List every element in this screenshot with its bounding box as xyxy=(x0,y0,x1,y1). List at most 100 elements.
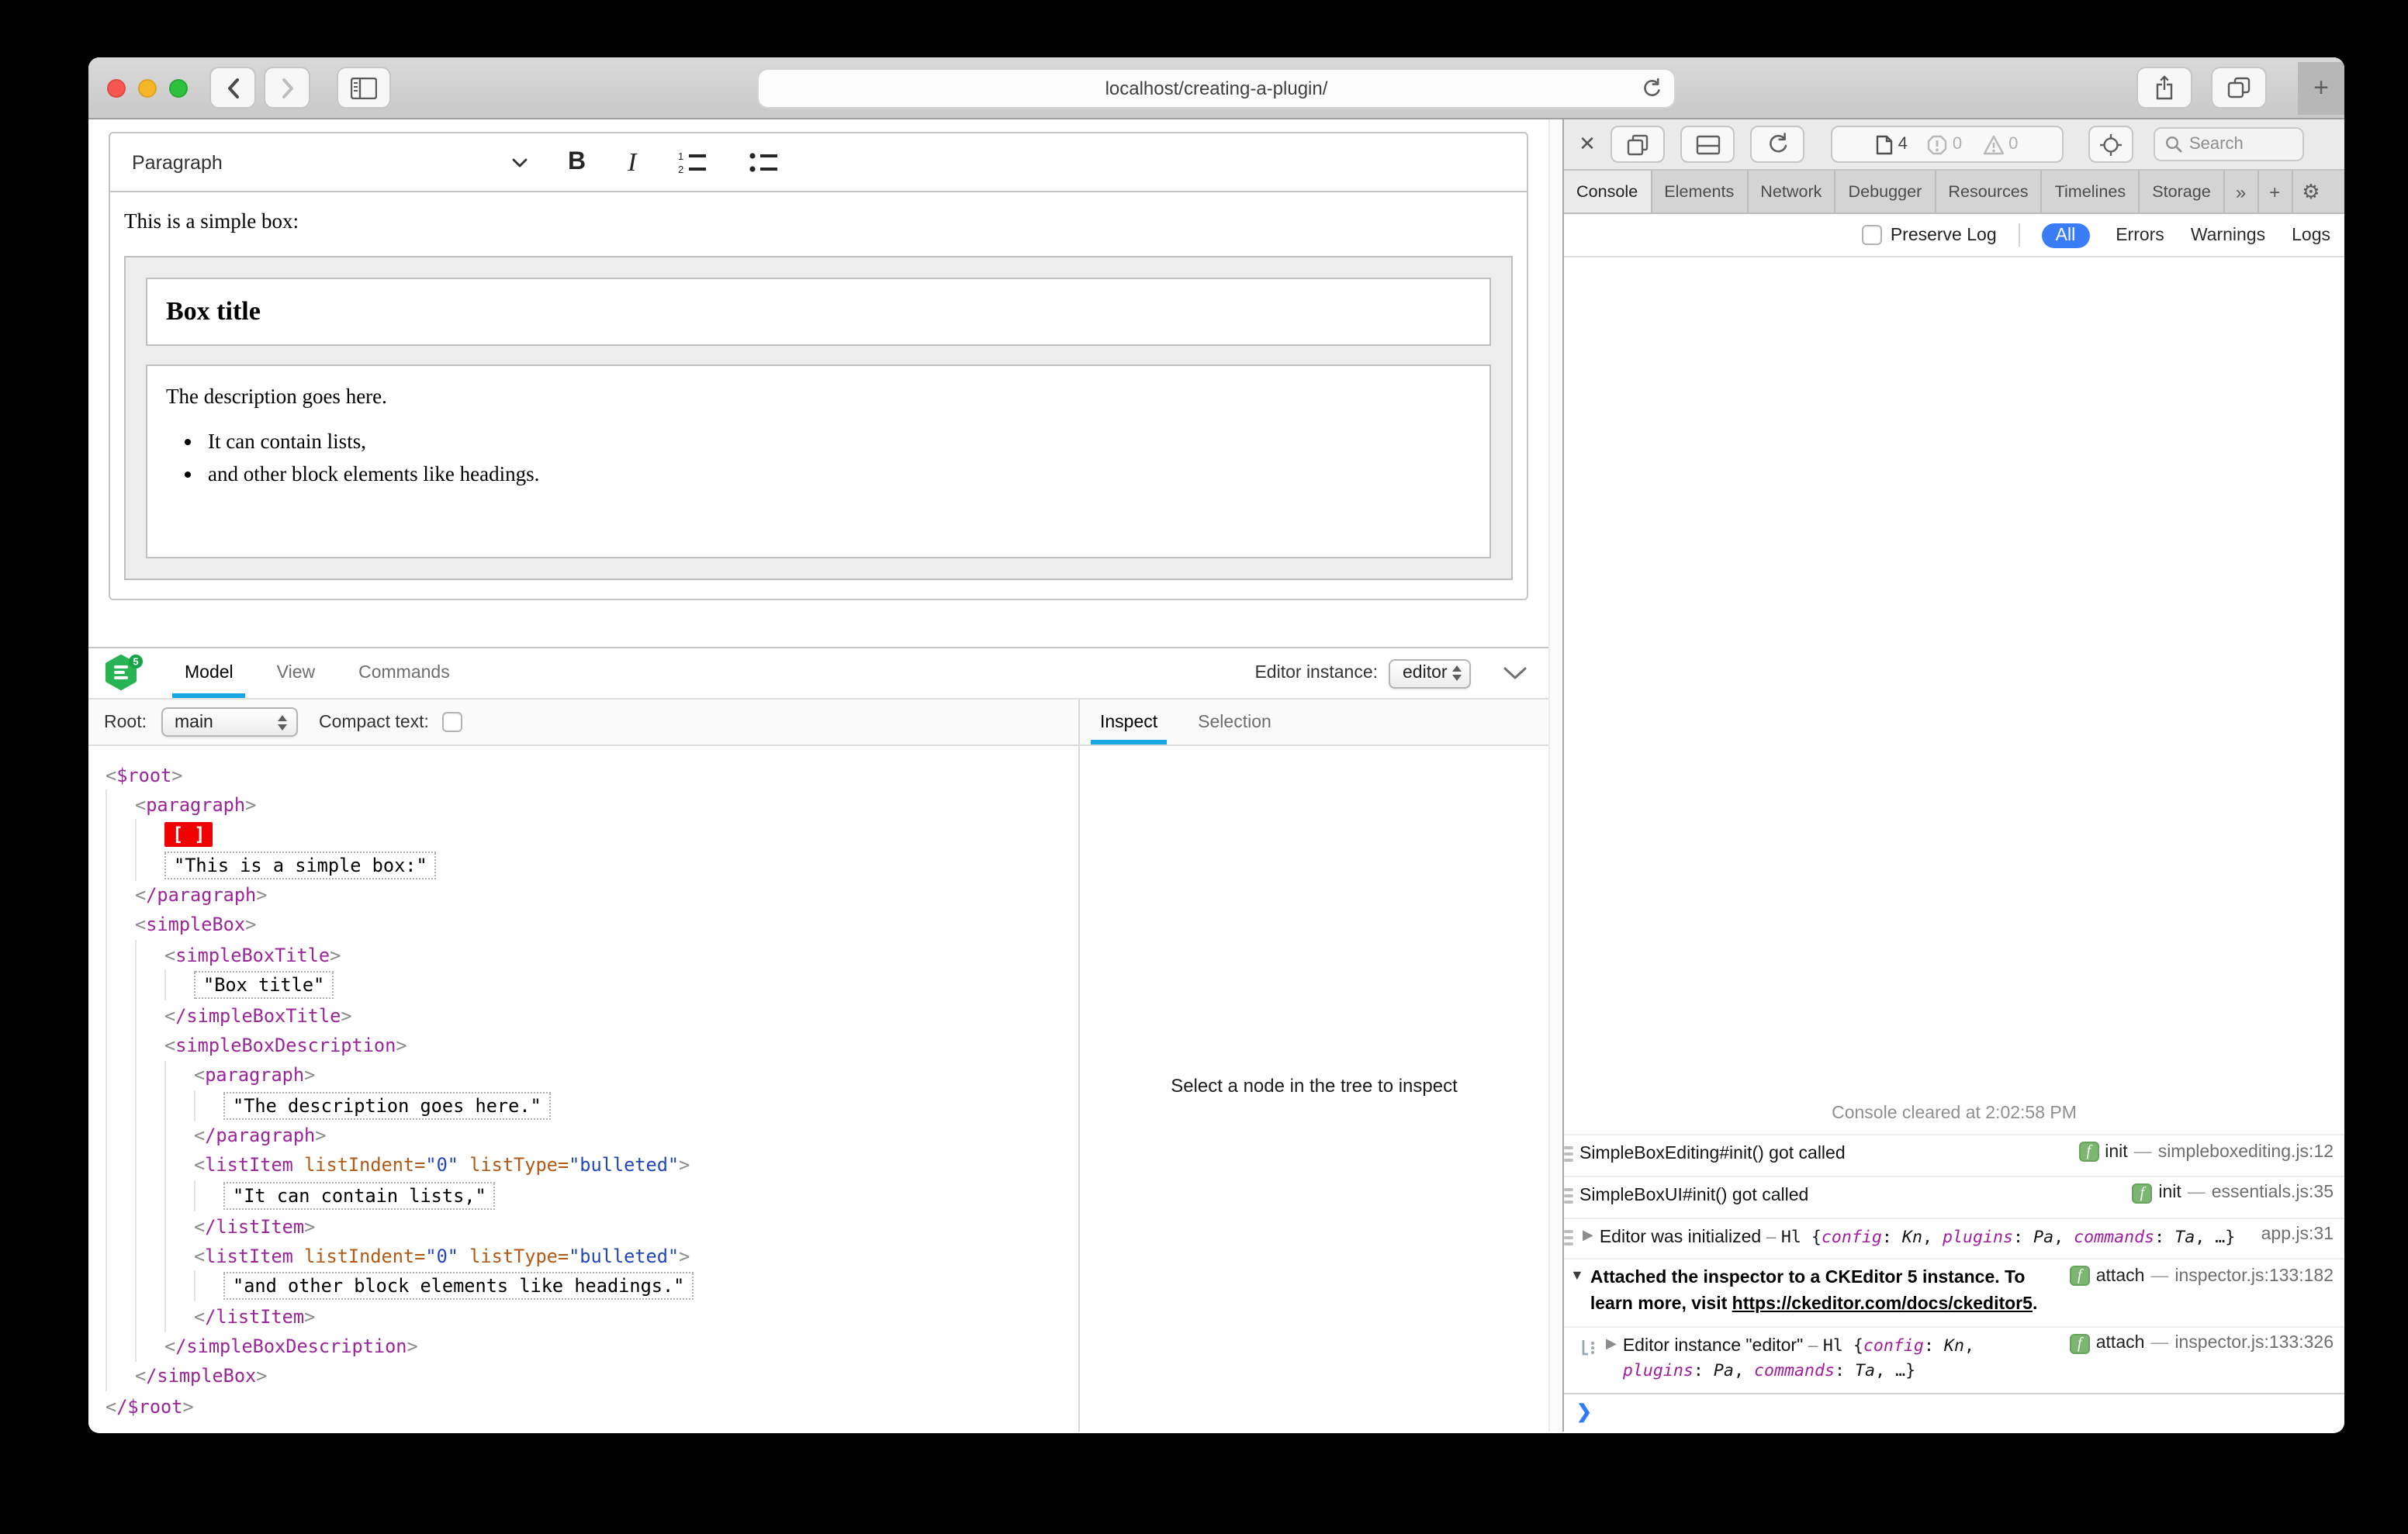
issues-summary-button[interactable]: 4 0 0 xyxy=(1831,126,2064,163)
reload-icon[interactable] xyxy=(1642,78,1662,101)
root-select[interactable]: main xyxy=(161,707,297,737)
source-location-link[interactable]: app.js:31 xyxy=(2261,1225,2334,1243)
devtools-tab-resources[interactable]: Resources xyxy=(1936,171,2043,212)
console-row[interactable]: SimpleBoxEditing#init() got called f init —… xyxy=(1564,1134,2344,1176)
forward-button[interactable] xyxy=(264,67,310,109)
console-row[interactable]: ▶ Editor instance "editor" – Hl {config: … xyxy=(1564,1325,2344,1393)
select-stepper-icon xyxy=(1448,665,1469,681)
object-preview[interactable]: – Hl {config: Kn, plugins: Pa, commands:… xyxy=(1761,1226,2236,1246)
model-close-tag[interactable]: </paragraph> xyxy=(194,1125,327,1147)
source-location-link[interactable]: inspector.js:133:182 xyxy=(2174,1267,2334,1286)
close-devtools-button[interactable]: ✕ xyxy=(1573,132,1601,157)
preserve-log-control[interactable]: Preserve Log xyxy=(1862,225,1997,245)
new-tab-button[interactable]: + xyxy=(2298,61,2344,114)
minimize-window-button[interactable] xyxy=(138,78,157,97)
collapse-inspector-icon[interactable] xyxy=(1503,667,1527,679)
model-close-tag[interactable]: </paragraph> xyxy=(135,884,268,906)
model-open-tag[interactable]: <paragraph> xyxy=(135,794,256,816)
italic-button[interactable]: I xyxy=(628,147,636,178)
disclosure-closed-icon[interactable]: ▶ xyxy=(1583,1226,1593,1243)
model-open-tag[interactable]: <listItem listIndent="0" listType="bulle… xyxy=(194,1246,690,1267)
function-name: init xyxy=(2105,1142,2128,1162)
editor-content[interactable]: This is a simple box: Box title The desc… xyxy=(110,192,1527,599)
tree-line: </listItem> xyxy=(106,1301,1078,1332)
model-text-node[interactable]: "Box title" xyxy=(194,971,334,1000)
devtools-tab-elements[interactable]: Elements xyxy=(1652,171,1749,212)
list-item[interactable]: It can contain lists, xyxy=(208,430,1471,454)
devtools-tab-debugger[interactable]: Debugger xyxy=(1836,171,1936,212)
inspector-tab-model[interactable]: Model xyxy=(163,648,255,698)
scope-errors[interactable]: Errors xyxy=(2116,226,2164,244)
reload-page-button[interactable] xyxy=(1750,126,1804,163)
preserve-log-checkbox[interactable] xyxy=(1862,225,1883,245)
model-close-tag[interactable]: </$root> xyxy=(106,1395,194,1417)
tab-overview-button[interactable] xyxy=(2211,67,2267,109)
simple-box-widget[interactable]: Box title The description goes here. It … xyxy=(124,256,1513,580)
list-item[interactable]: and other block elements like headings. xyxy=(208,462,1471,487)
page-scrollbar[interactable] xyxy=(1548,119,1562,1432)
scope-logs[interactable]: Logs xyxy=(2292,226,2330,244)
editor-toolbar: Paragraph B I 1 2 xyxy=(110,133,1527,192)
model-text-node[interactable]: "and other block elements like headings.… xyxy=(223,1272,694,1301)
model-text-node[interactable]: "This is a simple box:" xyxy=(164,851,437,879)
back-button[interactable] xyxy=(209,67,256,109)
scope-warnings[interactable]: Warnings xyxy=(2191,226,2265,244)
model-open-tag[interactable]: <simpleBoxTitle> xyxy=(164,944,341,966)
disclosure-closed-icon[interactable]: ▶ xyxy=(1606,1335,1617,1352)
console-row[interactable]: ▼ Attached the inspector to a CKEditor 5 … xyxy=(1564,1258,2344,1326)
scope-all[interactable]: All xyxy=(2041,223,2090,247)
close-window-button[interactable] xyxy=(107,78,126,97)
devtools-tab-console[interactable]: Console xyxy=(1564,171,1652,212)
detach-devtools-button[interactable] xyxy=(1611,126,1665,163)
docs-link[interactable]: https://ckeditor.com/docs/ckeditor5 xyxy=(1732,1295,2033,1314)
model-open-tag[interactable]: <paragraph> xyxy=(194,1064,315,1086)
bold-button[interactable]: B xyxy=(568,148,586,176)
model-open-tag[interactable]: <simpleBoxDescription> xyxy=(164,1035,407,1056)
model-text-node[interactable]: "The description goes here." xyxy=(223,1091,551,1120)
description-paragraph[interactable]: The description goes here. xyxy=(166,385,1471,409)
console-row[interactable]: ▶ Editor was initialized – Hl {config: Kn… xyxy=(1564,1217,2344,1258)
console-row[interactable]: SimpleBoxUI#init() got called f init — essen… xyxy=(1564,1175,2344,1217)
simple-box-description[interactable]: The description goes here. It can contai… xyxy=(146,364,1491,558)
model-close-tag[interactable]: </simpleBox> xyxy=(135,1366,268,1387)
sidebar-toggle-button[interactable] xyxy=(337,67,391,109)
source-location-link[interactable]: simpleboxediting.js:12 xyxy=(2158,1143,2334,1162)
simple-box-title[interactable]: Box title xyxy=(146,278,1491,346)
address-bar[interactable]: localhost/creating-a-plugin/ xyxy=(757,68,1676,109)
compact-text-checkbox[interactable] xyxy=(442,712,463,732)
settings-gear-icon[interactable]: ⚙ xyxy=(2292,171,2329,212)
disclosure-open-icon[interactable]: ▼ xyxy=(1570,1268,1584,1284)
model-text-node[interactable]: "It can contain lists," xyxy=(223,1182,496,1211)
share-icon xyxy=(2156,75,2173,100)
source-location-link[interactable]: essentials.js:35 xyxy=(2212,1184,2334,1203)
share-button[interactable] xyxy=(2136,67,2192,109)
console-prompt[interactable]: ❯ xyxy=(1564,1393,2344,1432)
numbered-list-button[interactable]: 1 2 xyxy=(678,150,708,174)
devtools-tab-timelines[interactable]: Timelines xyxy=(2043,171,2140,212)
editor-instance-select[interactable]: editor xyxy=(1389,658,1471,688)
model-open-tag[interactable]: <$root> xyxy=(106,764,182,786)
element-picker-button[interactable] xyxy=(2088,126,2133,163)
zoom-window-button[interactable] xyxy=(169,78,188,97)
pane-tab-inspect[interactable]: Inspect xyxy=(1080,700,1178,745)
intro-paragraph[interactable]: This is a simple box: xyxy=(124,209,1513,234)
dock-bottom-button[interactable] xyxy=(1680,126,1735,163)
model-open-tag[interactable]: <simpleBox> xyxy=(135,914,256,936)
model-open-tag[interactable]: <listItem listIndent="0" listType="bulle… xyxy=(194,1155,690,1176)
source-location-link[interactable]: inspector.js:133:326 xyxy=(2174,1334,2334,1353)
devtools-search-field[interactable]: Search xyxy=(2154,127,2304,161)
add-tab-button[interactable]: + xyxy=(2258,171,2293,212)
model-close-tag[interactable]: </simpleBoxDescription> xyxy=(164,1335,418,1357)
devtools-tab-storage[interactable]: Storage xyxy=(2140,171,2225,212)
tabs-overflow-button[interactable]: » xyxy=(2225,171,2259,212)
heading-dropdown[interactable]: Paragraph xyxy=(132,133,528,191)
model-close-tag[interactable]: </simpleBoxTitle> xyxy=(164,1004,352,1026)
indent-guide xyxy=(106,1121,135,1151)
inspector-tab-view[interactable]: View xyxy=(255,648,337,698)
model-close-tag[interactable]: </listItem> xyxy=(194,1306,315,1328)
bulleted-list-button[interactable] xyxy=(749,150,779,174)
devtools-tab-network[interactable]: Network xyxy=(1748,171,1836,212)
pane-tab-selection[interactable]: Selection xyxy=(1178,700,1292,745)
inspector-tab-commands[interactable]: Commands xyxy=(337,648,472,698)
model-close-tag[interactable]: </listItem> xyxy=(194,1215,315,1237)
